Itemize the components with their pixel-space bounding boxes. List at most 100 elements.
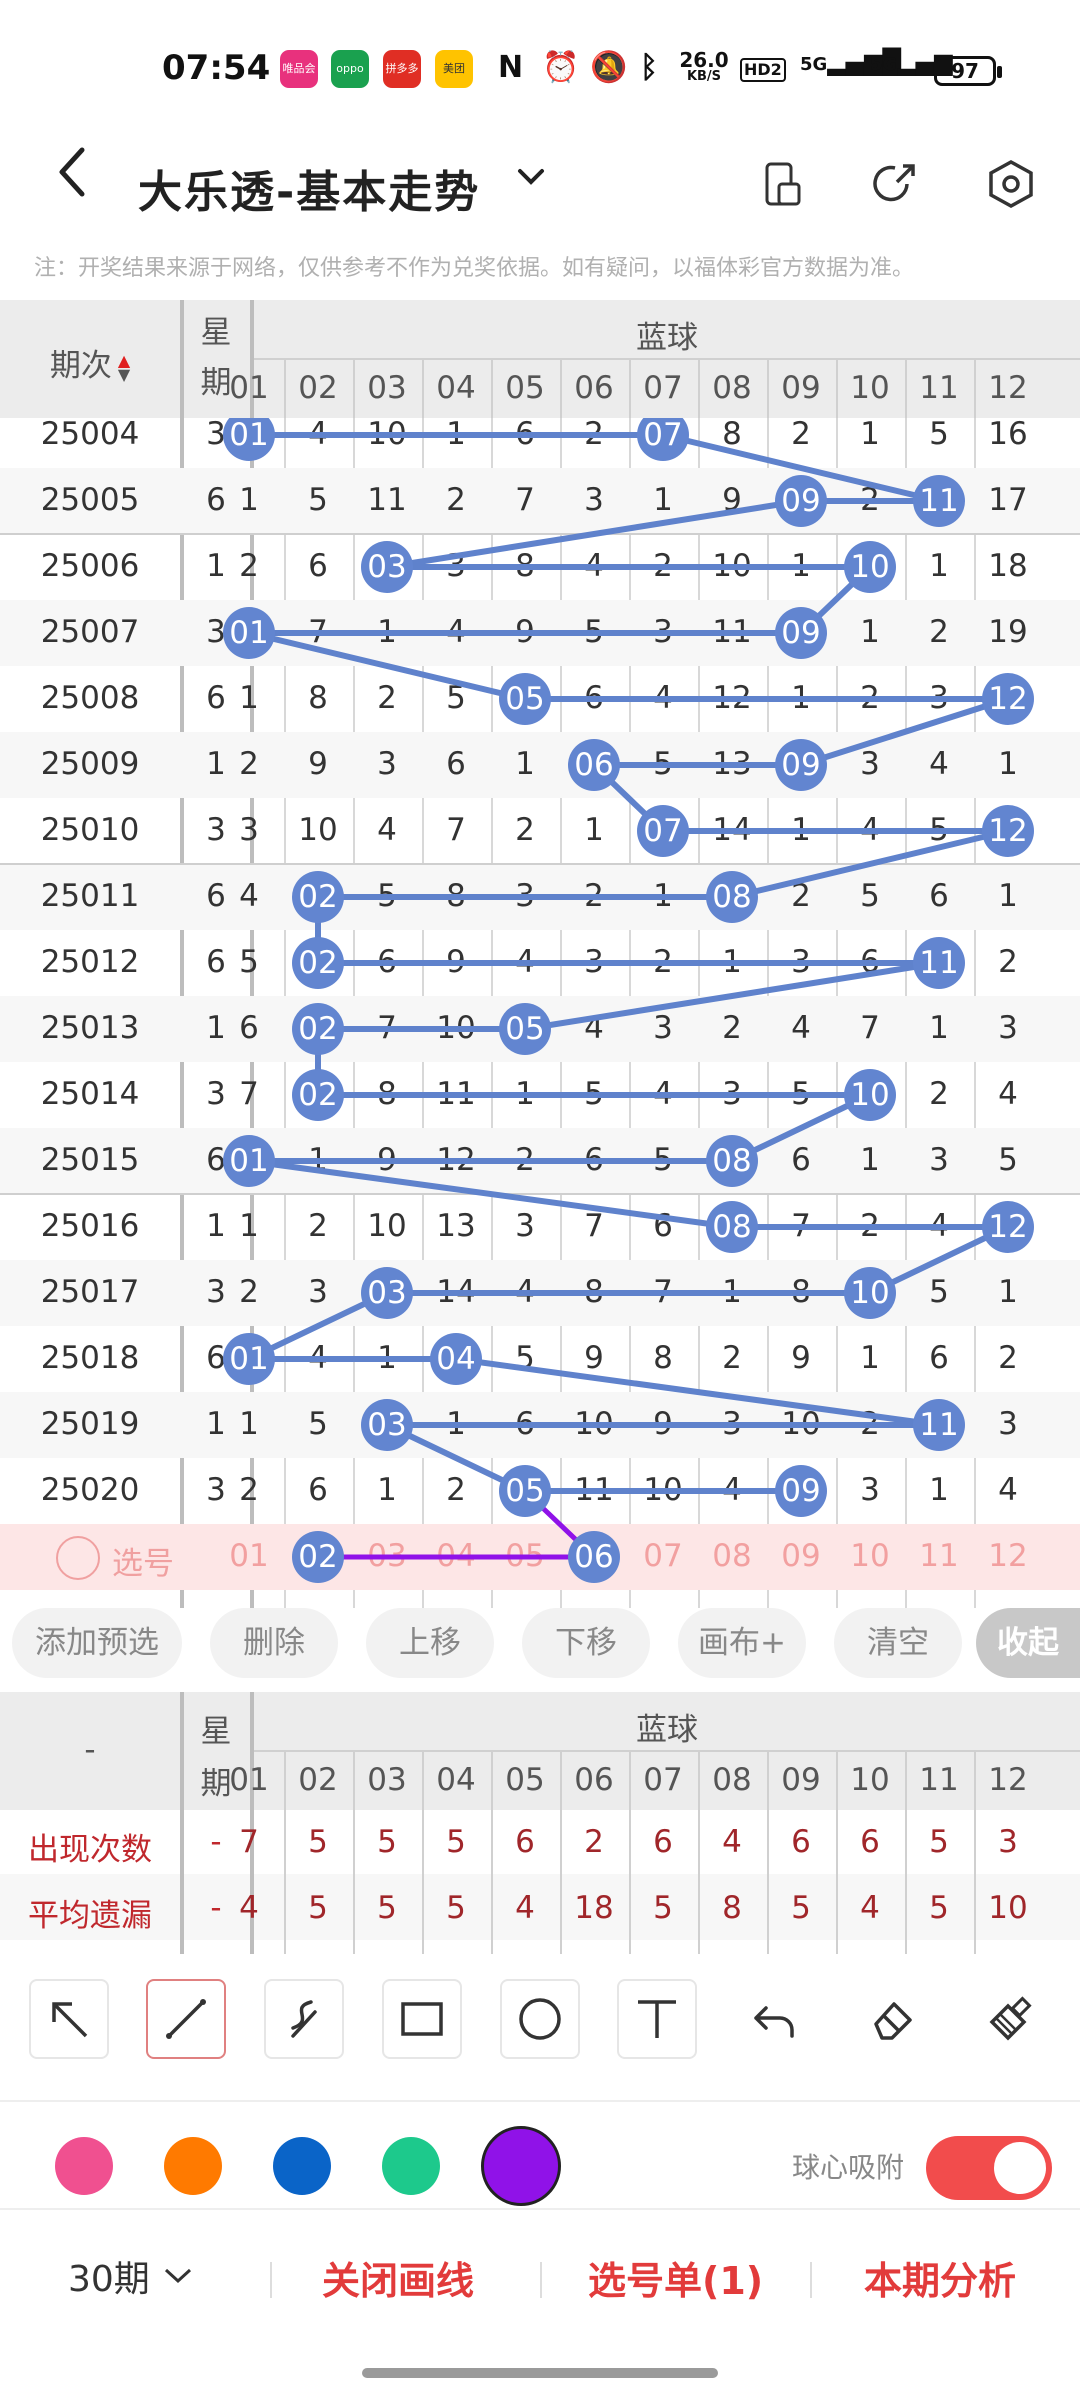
column-line <box>284 360 286 418</box>
color-blue-swatch[interactable] <box>273 2137 331 2195</box>
hd-badge: HD2 <box>740 58 786 82</box>
color-purple-swatch-selected[interactable] <box>481 2126 561 2206</box>
page-title[interactable]: 大乐透-基本走势 <box>138 156 480 220</box>
stats-blue-header: 蓝球 <box>636 1712 698 1748</box>
title-dropdown[interactable] <box>514 158 548 198</box>
curve-tool-button[interactable] <box>264 1979 344 2059</box>
hit-ball[interactable]: 03 <box>361 1399 413 1451</box>
text-tool-button[interactable] <box>617 1979 697 2059</box>
rotate-screen-button[interactable] <box>748 150 818 220</box>
back-button[interactable] <box>54 142 94 224</box>
hit-ball[interactable]: 03 <box>361 1267 413 1319</box>
hit-ball[interactable]: 02 <box>292 937 344 989</box>
add-preselect-button[interactable]: 添加预选 <box>12 1608 182 1678</box>
circle-tool-button[interactable] <box>500 1979 580 2059</box>
hit-ball[interactable]: 02 <box>292 1069 344 1121</box>
picked-ball[interactable]: 02 <box>292 1531 344 1583</box>
close-lines-button[interactable]: 关闭画线 <box>322 2250 474 2305</box>
number-header: 12 <box>988 370 1028 406</box>
undo-button[interactable] <box>735 1979 815 2059</box>
hit-ball[interactable]: 09 <box>775 475 827 527</box>
nfc-icon: N <box>498 50 524 85</box>
hit-ball[interactable]: 10 <box>844 1267 896 1319</box>
net-speed-unit: KB/S <box>686 69 722 84</box>
hit-ball[interactable]: 03 <box>361 541 413 593</box>
issue-header[interactable]: 期次 ▲ ▼ <box>0 340 180 385</box>
oppo-app-icon: oppo <box>331 50 369 88</box>
hit-ball[interactable]: 09 <box>775 607 827 659</box>
color-orange-swatch[interactable] <box>164 2137 222 2195</box>
hit-ball[interactable]: 05 <box>499 1003 551 1055</box>
curve-tool-icon <box>291 2000 317 2038</box>
hit-ball[interactable]: 04 <box>430 1333 482 1385</box>
move-down-button[interactable]: 下移 <box>522 1608 650 1678</box>
meituan-app-icon: 美团 <box>435 50 473 88</box>
stats-value: 4 <box>860 1890 880 1926</box>
arrow-tool-button[interactable] <box>29 1979 109 2059</box>
number-header: 07 <box>643 370 683 406</box>
hit-ball[interactable]: 05 <box>499 673 551 725</box>
hit-ball[interactable]: 09 <box>775 739 827 791</box>
hit-ball[interactable]: 12 <box>982 673 1034 725</box>
hit-ball[interactable]: 05 <box>499 1465 551 1517</box>
hit-ball[interactable]: 06 <box>568 739 620 791</box>
sort-icon[interactable]: ▲ ▼ <box>118 352 130 382</box>
stats-value: 5 <box>929 1890 949 1926</box>
home-indicator[interactable] <box>362 2368 718 2378</box>
move-up-button[interactable]: 上移 <box>366 1608 494 1678</box>
picked-ball[interactable]: 06 <box>568 1531 620 1583</box>
canvas-plus-button[interactable]: 画布+ <box>678 1608 806 1678</box>
hit-ball[interactable]: 11 <box>913 475 965 527</box>
number-header: 01 <box>229 370 269 406</box>
stats-number-header: 01 <box>229 1762 269 1798</box>
hit-ball[interactable]: 10 <box>844 1069 896 1121</box>
stats-row-label: 平均遗漏 <box>28 1898 152 1934</box>
hit-ball[interactable]: 08 <box>706 1135 758 1187</box>
number-header: 04 <box>436 370 476 406</box>
color-pink-swatch[interactable] <box>55 2137 113 2195</box>
hit-ball[interactable]: 12 <box>982 805 1034 857</box>
collapse-button[interactable]: 收起 <box>976 1608 1080 1678</box>
hit-ball[interactable]: 09 <box>775 1465 827 1517</box>
hit-ball[interactable]: 10 <box>844 541 896 593</box>
color-green-swatch[interactable] <box>382 2137 440 2195</box>
hit-ball[interactable]: 01 <box>223 1135 275 1187</box>
hit-ball[interactable]: 02 <box>292 871 344 923</box>
hit-ball[interactable]: 11 <box>913 937 965 989</box>
hit-ball[interactable]: 01 <box>223 607 275 659</box>
hit-ball[interactable]: 01 <box>223 1333 275 1385</box>
delete-button[interactable]: 删除 <box>210 1608 338 1678</box>
hit-ball[interactable]: 11 <box>913 1399 965 1451</box>
user-drawn-line <box>318 1489 601 1560</box>
hit-ball[interactable]: 08 <box>706 1201 758 1253</box>
period-selector[interactable]: 30期 <box>68 2250 196 2302</box>
stats-number-header: 10 <box>850 1762 890 1798</box>
settings-button[interactable] <box>976 150 1046 220</box>
line-tool-button[interactable] <box>146 1979 226 2059</box>
stats-number-header: 03 <box>367 1762 407 1798</box>
share-button[interactable] <box>860 150 930 220</box>
vipshop-app-icon: 唯品会 <box>280 50 318 88</box>
circle-tool-icon <box>519 1998 561 2040</box>
hit-ball[interactable]: 02 <box>292 1003 344 1055</box>
toggle-knob <box>994 2142 1046 2194</box>
hit-ball[interactable]: 08 <box>706 871 758 923</box>
stats-value: 4 <box>239 1890 259 1926</box>
stats-number-header: 04 <box>436 1762 476 1798</box>
eraser-button[interactable] <box>853 1979 933 2059</box>
pick-list-button[interactable]: 选号单(1) <box>588 2250 763 2305</box>
footer-divider <box>270 2262 272 2298</box>
column-line <box>422 360 424 418</box>
undo-icon <box>754 2006 794 2038</box>
period-label: 30期 <box>68 2259 150 2300</box>
clear-button[interactable]: 清空 <box>834 1608 962 1678</box>
stats-number-header: 09 <box>781 1762 821 1798</box>
clear-brush-button[interactable] <box>971 1979 1051 2059</box>
column-line <box>560 360 562 418</box>
stats-value: 5 <box>929 1824 949 1860</box>
rectangle-tool-button[interactable] <box>382 1979 462 2059</box>
hit-ball[interactable]: 12 <box>982 1201 1034 1253</box>
hit-ball[interactable]: 07 <box>637 805 689 857</box>
analysis-button[interactable]: 本期分析 <box>864 2250 1016 2305</box>
snap-toggle[interactable] <box>926 2136 1052 2200</box>
